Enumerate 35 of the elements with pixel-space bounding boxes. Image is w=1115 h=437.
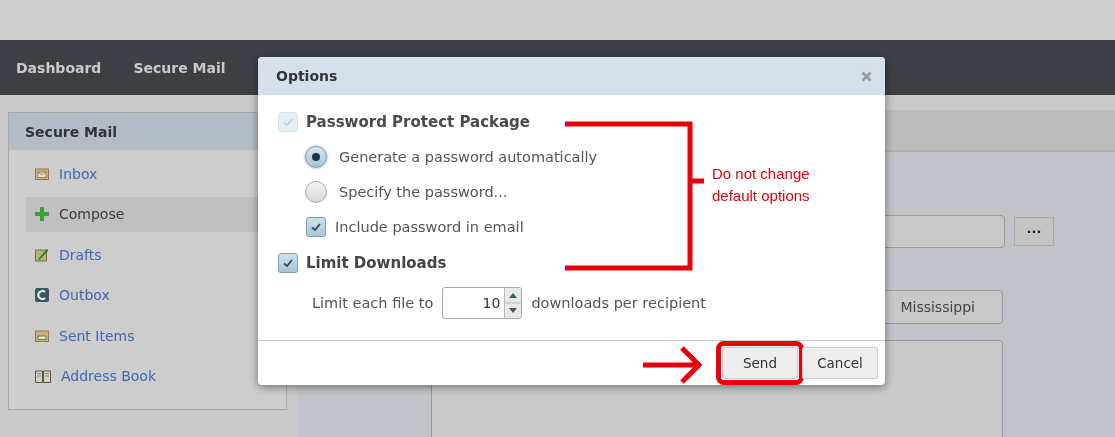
folder-icon — [35, 329, 49, 342]
check-icon — [310, 221, 322, 233]
nav-link[interactable]: Dashboard — [16, 59, 102, 76]
pencil-icon — [35, 247, 49, 262]
arrow-drawing — [640, 345, 703, 385]
number-spinner[interactable]: 10 — [442, 287, 523, 319]
radio-button[interactable] — [305, 145, 327, 168]
spinner-arrows-icon[interactable] — [505, 288, 522, 318]
sidebar-item[interactable]: Inbox — [26, 156, 258, 191]
check-icon — [282, 257, 294, 269]
dialog-title: Options — [276, 68, 338, 84]
sidebar-item[interactable]: Compose — [26, 196, 258, 232]
checkbox[interactable] — [278, 253, 298, 273]
option-label: Password Protect Package — [306, 113, 531, 131]
annotation-text: Do not change default options — [712, 164, 811, 206]
option-label: Limit each file to — [312, 295, 434, 311]
sidebar-item[interactable]: Sent Items — [26, 318, 258, 353]
option-label: Generate a password automatically — [339, 148, 598, 165]
refresh-icon — [35, 288, 49, 302]
browse-button[interactable]: ... — [1014, 217, 1054, 246]
check-icon — [282, 116, 294, 128]
dialog-button[interactable]: Cancel — [802, 347, 878, 379]
option-label: Specify the password... — [339, 183, 508, 200]
option-label: downloads per recipient — [531, 295, 706, 311]
nav-link[interactable]: Secure Mail — [133, 59, 226, 76]
radio-button[interactable] — [305, 180, 327, 203]
plus-icon — [35, 207, 49, 221]
book-icon — [35, 369, 51, 383]
option-label: Limit Downloads — [306, 254, 447, 272]
sidebar-item[interactable]: Outbox — [26, 277, 258, 313]
folder-icon — [35, 167, 49, 180]
sidebar-item[interactable]: Drafts — [26, 237, 258, 272]
option-label: Include password in email — [335, 219, 524, 235]
checkbox[interactable] — [306, 217, 326, 237]
sidebar-item[interactable]: Address Book — [26, 358, 258, 394]
